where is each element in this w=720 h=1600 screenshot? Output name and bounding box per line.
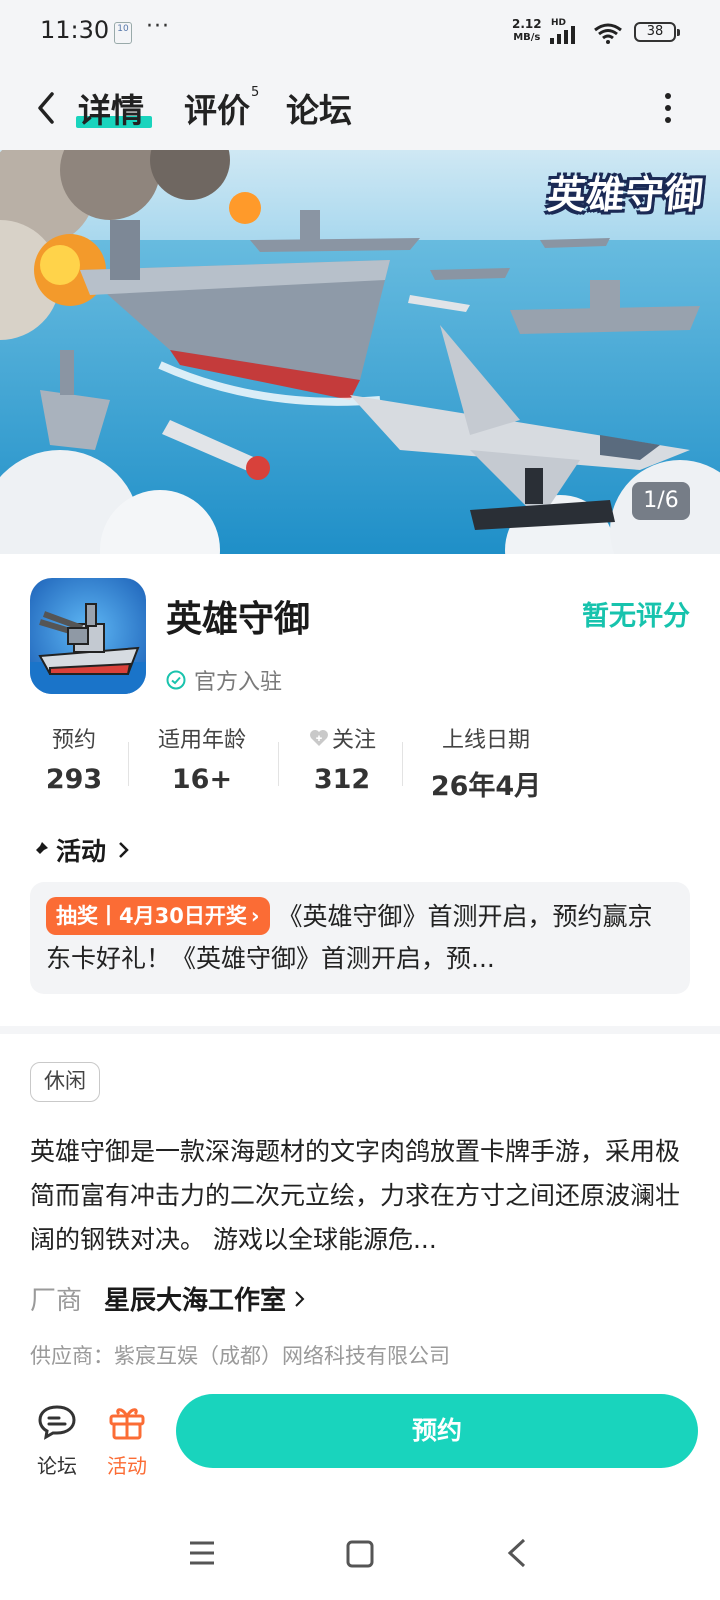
activity-section-header[interactable]: 活动 [30, 832, 130, 868]
rating-text: 暂无评分 [582, 601, 690, 632]
developer-row[interactable]: 厂商 星辰大海工作室 [30, 1280, 306, 1317]
more-vertical-icon[interactable] [664, 92, 672, 124]
tab-detail[interactable]: 详情 [78, 84, 144, 132]
stat-label: 预约 [51, 728, 96, 753]
activity-button[interactable]: 活动 [104, 1404, 150, 1479]
developer-name: 星辰大海工作室 [104, 1286, 287, 1316]
genre-tag[interactable]: 休闲 [30, 1062, 100, 1102]
activity-label: 活动 [107, 1454, 147, 1478]
stat-value: 312 [313, 764, 371, 795]
image-counter: 1/6 [632, 482, 690, 520]
stat-launch-date: 上线日期 26年4月 [416, 722, 556, 798]
forum-button[interactable]: 论坛 [34, 1404, 80, 1479]
stat-age-rating: 适用年龄 16+ [142, 722, 262, 795]
stat-label: 适用年龄 [157, 728, 246, 753]
stat-divider [128, 742, 129, 786]
tab-review-label: 评价 [184, 91, 250, 130]
stat-divider [402, 742, 403, 786]
verified-check-icon [166, 670, 186, 690]
hero-banner[interactable]: 英雄守御 1/6 [0, 150, 720, 554]
chat-bubble-icon [38, 1405, 76, 1440]
tab-review[interactable]: 评价5 [184, 84, 259, 132]
battery-icon: 38 [634, 22, 680, 42]
network-speed-unit: MB/s [513, 32, 541, 43]
activity-heading: 活动 [56, 837, 107, 866]
game-description[interactable]: 英雄守御是一款深海题材的文字肉鸽放置卡牌手游，采用极简而富有冲击力的二次元立绘，… [30, 1130, 694, 1262]
stat-reservations: 预约 293 [22, 722, 126, 795]
wifi-icon [594, 23, 622, 44]
heart-plus-icon [309, 730, 328, 746]
stats-row: 预约 293 适用年龄 16+ 关注 312 上线日期 26年4月 [22, 722, 562, 798]
home-square-icon[interactable] [346, 1540, 374, 1568]
top-nav: 详情 评价5 论坛 [0, 64, 720, 150]
stat-value: 293 [45, 764, 103, 795]
lottery-tag-label: 抽奖丨4月30日开奖 [56, 904, 247, 928]
network-speed-value: 2.12 [512, 17, 542, 31]
notification-calendar-icon: 10 [114, 22, 132, 44]
stat-divider [278, 742, 279, 786]
tab-detail-label: 详情 [78, 91, 144, 130]
stat-value: 26年4月 [430, 771, 542, 798]
back-arrow-icon[interactable] [32, 88, 60, 128]
signal-icon [550, 26, 575, 44]
official-badge: 官方入驻 [166, 664, 282, 696]
tab-forum[interactable]: 论坛 [286, 84, 352, 132]
status-time: 11:30 [40, 16, 110, 44]
status-bar: 11:30 10 ··· 2.12 MB/s HD 38 [0, 0, 720, 64]
app-icon [30, 578, 146, 694]
stat-value: 16+ [171, 764, 233, 795]
chevron-right-icon [119, 842, 129, 858]
system-nav-bar [0, 1520, 720, 1600]
more-notifications-indicator: ··· [146, 14, 170, 39]
review-count-badge: 5 [251, 85, 260, 100]
developer-label: 厂商 [30, 1286, 83, 1316]
stat-followers[interactable]: 关注 312 [292, 722, 392, 795]
pin-icon [32, 842, 48, 858]
lottery-tag: 抽奖丨4月30日开奖 › [46, 897, 270, 935]
reserve-button[interactable]: 预约 [176, 1394, 698, 1468]
back-triangle-icon[interactable] [506, 1538, 528, 1568]
game-logo: 英雄守御 [545, 173, 706, 217]
supplier-info: 供应商：紫宸互娱（成都）网络科技有限公司 [30, 1344, 450, 1368]
forum-label: 论坛 [37, 1454, 77, 1478]
lottery-tag-arrow: › [250, 904, 260, 928]
app-name: 英雄守御 [166, 599, 311, 640]
tab-forum-label: 论坛 [286, 91, 352, 130]
official-label: 官方入驻 [194, 670, 283, 695]
network-speed: 2.12 MB/s [512, 18, 542, 44]
stat-label: 上线日期 [441, 728, 530, 753]
chevron-right-icon [295, 1290, 305, 1307]
menu-icon[interactable] [188, 1540, 216, 1566]
gift-icon [109, 1408, 145, 1440]
stat-label: 关注 [331, 728, 376, 753]
battleship-icon [30, 578, 146, 694]
battery-level: 38 [646, 24, 664, 39]
activity-card[interactable]: 抽奖丨4月30日开奖 › 《英雄守御》首测开启，预约赢京东卡好礼！《英雄守御》首测开… [30, 882, 690, 994]
section-divider [0, 1026, 720, 1034]
